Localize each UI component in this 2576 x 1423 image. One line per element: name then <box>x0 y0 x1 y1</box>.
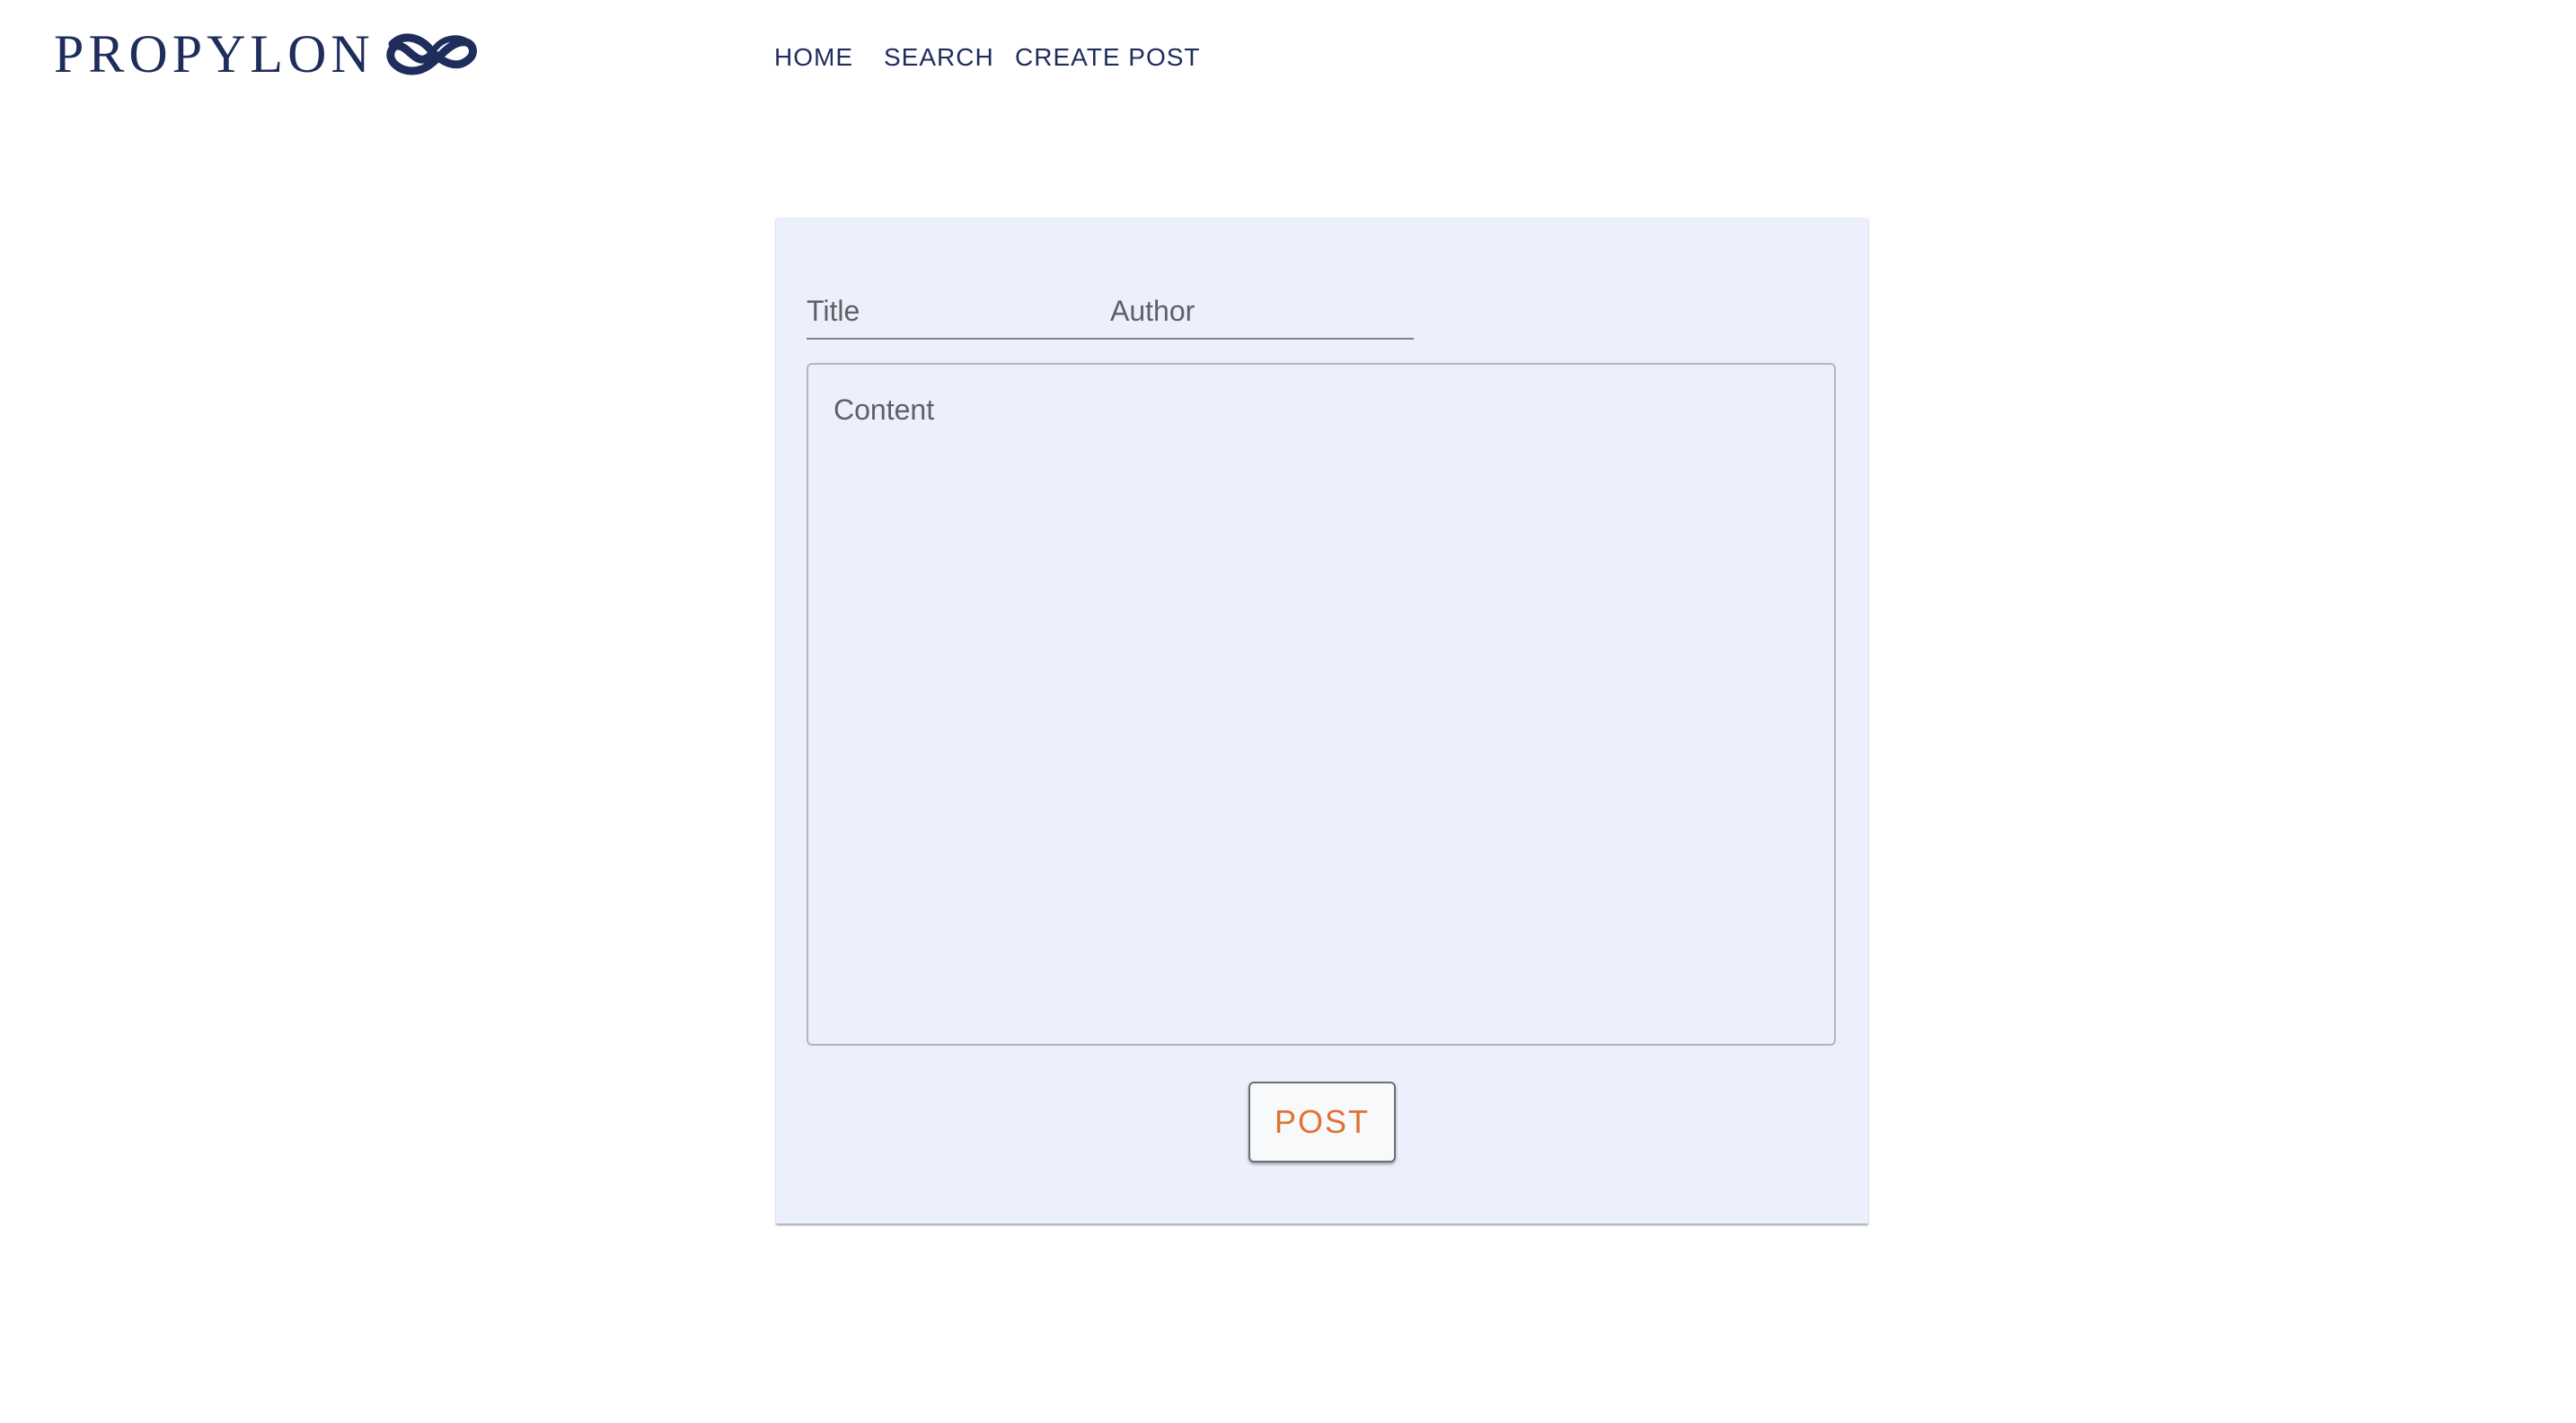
title-author-row <box>807 284 1414 340</box>
create-post-card: POST <box>776 217 1868 1224</box>
content-textarea[interactable] <box>807 363 1836 1046</box>
page: PROPYLON HOME SEARCH CREATE POST POST <box>0 0 2576 1423</box>
author-input[interactable] <box>1110 284 1407 338</box>
nav-home-link[interactable]: HOME <box>774 40 853 75</box>
propylon-logo[interactable]: PROPYLON <box>54 27 477 81</box>
post-button[interactable]: POST <box>1248 1082 1396 1162</box>
logo-wordmark: PROPYLON <box>54 24 375 84</box>
infinity-logo-icon <box>386 33 477 75</box>
title-input[interactable] <box>807 284 1094 338</box>
nav-create-post-link[interactable]: CREATE POST <box>1015 40 1201 75</box>
nav-search-link[interactable]: SEARCH <box>884 40 994 75</box>
